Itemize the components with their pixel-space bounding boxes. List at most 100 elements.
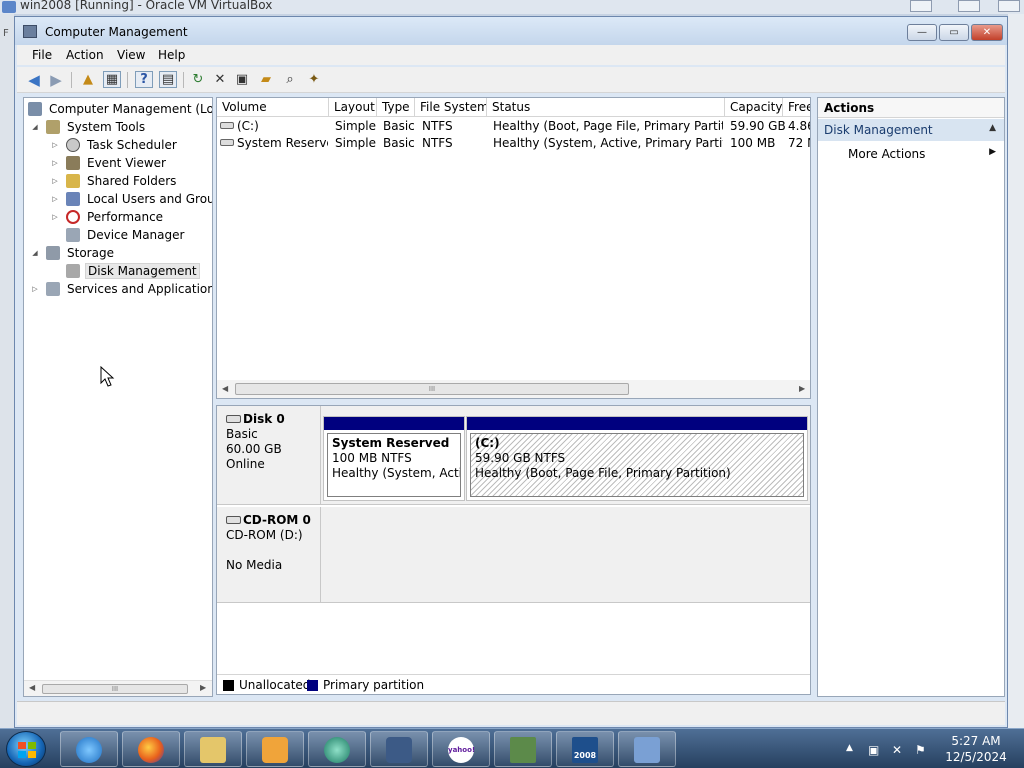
tree-item-services[interactable]: ▷ Services and Applications: [30, 280, 212, 298]
remote-desktop-icon: [634, 737, 660, 763]
refresh-icon[interactable]: ↻: [189, 71, 207, 88]
menu-view[interactable]: View: [117, 48, 145, 62]
tree-horizontal-scrollbar[interactable]: ◀ III ▶: [24, 680, 212, 696]
network-icon[interactable]: ▣: [868, 743, 879, 757]
search-icon[interactable]: ⌕: [281, 71, 299, 88]
table-row[interactable]: (C:) Simple Basic NTFS Healthy (Boot, Pa…: [217, 118, 810, 135]
expand-arrow-icon[interactable]: ▷: [50, 213, 60, 221]
column-header-free[interactable]: Free: [783, 98, 810, 117]
tree-item-event-viewer[interactable]: ▷ Event Viewer: [50, 154, 168, 172]
expand-arrow-icon[interactable]: ▷: [50, 141, 60, 149]
system-clock[interactable]: 5:27 AM 12/5/2024: [936, 733, 1016, 765]
column-header-volume[interactable]: Volume: [217, 98, 329, 117]
tree-item-task-scheduler[interactable]: ▷ Task Scheduler: [50, 136, 179, 154]
scroll-left-icon[interactable]: ◀: [222, 384, 228, 393]
scrollbar-thumb[interactable]: III: [235, 383, 629, 395]
cell-free: 72 M: [788, 136, 810, 150]
expand-arrow-icon[interactable]: ▷: [50, 177, 60, 185]
clock-icon: [66, 138, 80, 152]
host-left-edge: F: [0, 14, 14, 728]
actions-section-disk-management[interactable]: Disk Management ▲: [818, 119, 1004, 141]
taskbar-virtualbox[interactable]: [370, 731, 428, 767]
taskbar-windows-explorer[interactable]: [184, 731, 242, 767]
column-header-layout[interactable]: Layout: [329, 98, 377, 117]
column-header-file-system[interactable]: File System: [415, 98, 487, 117]
show-hidden-icons-icon[interactable]: ▲: [846, 743, 853, 753]
users-icon: [66, 192, 80, 206]
folder-icon: [200, 737, 226, 763]
host-close-button[interactable]: [998, 0, 1020, 12]
menu-help[interactable]: Help: [158, 48, 185, 62]
column-header-status[interactable]: Status: [487, 98, 725, 117]
expand-arrow-icon[interactable]: ▷: [50, 159, 60, 167]
expand-arrow-icon[interactable]: ▷: [30, 285, 40, 293]
forward-arrow-icon[interactable]: ▶: [47, 71, 65, 89]
taskbar-firefox[interactable]: [122, 731, 180, 767]
scroll-right-icon[interactable]: ▶: [799, 384, 805, 393]
tree-item-shared-folders[interactable]: ▷ Shared Folders: [50, 172, 178, 190]
maximize-button[interactable]: ▭: [939, 24, 969, 41]
taskbar-media-player[interactable]: [246, 731, 304, 767]
tree-item-root[interactable]: Computer Management (Local: [28, 100, 212, 118]
performance-icon: [66, 210, 80, 224]
yahoo-icon: yahoo!: [448, 737, 475, 763]
volume-list: Volume Layout Type File System Status Ca…: [216, 97, 811, 399]
cdrom-0-label[interactable]: CD-ROM 0 CD-ROM (D:) No Media: [217, 507, 321, 603]
partition-status: Healthy (System, Active,: [332, 466, 460, 480]
taskbar-server-2008[interactable]: 2008: [556, 731, 614, 767]
toolbar: ◀ ▶ ▲ ▦ ? ▤ ↻ ✕ ▣ ▰ ⌕ ✦: [17, 67, 1005, 93]
scroll-right-icon[interactable]: ▶: [200, 683, 206, 692]
taskbar-internet-explorer[interactable]: [60, 731, 118, 767]
tree-item-system-tools[interactable]: ◢ System Tools: [30, 118, 147, 136]
settings-icon[interactable]: ✦: [305, 71, 323, 88]
host-maximize-button[interactable]: [958, 0, 980, 12]
table-row[interactable]: System Reserved Simple Basic NTFS Health…: [217, 135, 810, 152]
device-manager-icon: [66, 228, 80, 242]
menu-action[interactable]: Action: [66, 48, 104, 62]
window-title-bar[interactable]: Computer Management — ▭ ✕: [15, 17, 1007, 45]
column-header-capacity[interactable]: Capacity: [725, 98, 783, 117]
show-hide-action-pane-icon[interactable]: ▤: [159, 71, 177, 88]
back-arrow-icon[interactable]: ◀: [25, 71, 43, 89]
volume-muted-icon[interactable]: ✕: [892, 743, 902, 757]
services-icon: [46, 282, 60, 296]
properties-icon[interactable]: ▣: [233, 71, 251, 88]
expand-arrow-icon[interactable]: ▷: [50, 195, 60, 203]
partition-status: Healthy (Boot, Page File, Primary Partit…: [475, 466, 731, 480]
up-folder-icon[interactable]: ▲: [79, 71, 97, 88]
collapse-arrow-icon[interactable]: ◢: [30, 123, 40, 131]
volume-horizontal-scrollbar[interactable]: ◀ III ▶: [217, 380, 810, 398]
media-player-icon: [262, 737, 288, 763]
partition-system-reserved[interactable]: System Reserved 100 MB NTFS Healthy (Sys…: [323, 416, 465, 501]
host-minimize-button[interactable]: [910, 0, 932, 12]
tree-item-device-manager[interactable]: Device Manager: [66, 226, 186, 244]
show-hide-console-tree-icon[interactable]: ▦: [103, 71, 121, 88]
collapse-up-icon[interactable]: ▲: [989, 123, 996, 133]
disk-0-label[interactable]: Disk 0 Basic 60.00 GB Online: [217, 406, 321, 505]
scroll-left-icon[interactable]: ◀: [29, 683, 35, 692]
mouse-cursor-icon: [100, 366, 115, 387]
taskbar-app-circle[interactable]: [308, 731, 366, 767]
minimize-button[interactable]: —: [907, 24, 937, 41]
partition-c[interactable]: (C:) 59.90 GB NTFS Healthy (Boot, Page F…: [466, 416, 808, 501]
tree-item-disk-management[interactable]: Disk Management: [66, 262, 200, 280]
help-icon[interactable]: ?: [135, 71, 153, 88]
taskbar-network-card[interactable]: [494, 731, 552, 767]
collapse-arrow-icon[interactable]: ◢: [30, 249, 40, 257]
tree-item-storage[interactable]: ◢ Storage: [30, 244, 116, 262]
menu-bar: File Action View Help: [17, 45, 1005, 65]
more-actions-item[interactable]: More Actions ▶: [818, 144, 1004, 164]
delete-icon[interactable]: ✕: [211, 71, 229, 88]
column-header-type[interactable]: Type: [377, 98, 415, 117]
action-center-flag-icon[interactable]: ⚑: [915, 743, 926, 757]
start-button[interactable]: [6, 731, 46, 767]
tree-item-performance[interactable]: ▷ Performance: [50, 208, 165, 226]
cell-capacity: 100 MB: [730, 136, 776, 150]
tree-item-local-users[interactable]: ▷ Local Users and Groups: [50, 190, 212, 208]
taskbar-yahoo[interactable]: yahoo!: [432, 731, 490, 767]
scrollbar-thumb[interactable]: III: [42, 684, 188, 694]
close-button[interactable]: ✕: [971, 24, 1003, 41]
taskbar-remote-desktop[interactable]: [618, 731, 676, 767]
open-folder-icon[interactable]: ▰: [257, 71, 275, 88]
menu-file[interactable]: File: [32, 48, 52, 62]
